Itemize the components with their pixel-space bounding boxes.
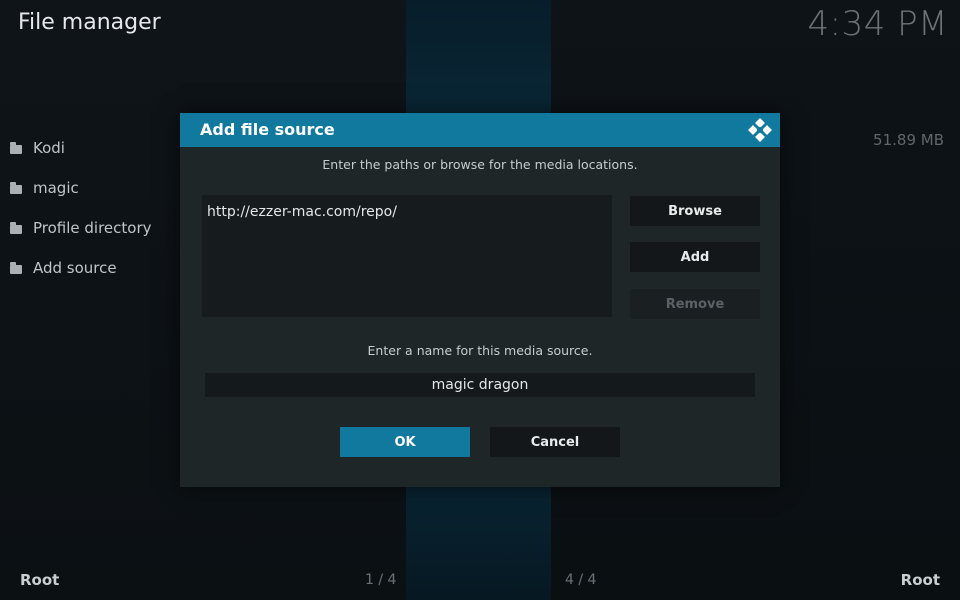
source-item-profile-directory[interactable]: Profile directory	[10, 208, 152, 248]
free-space-size: 51.89 MB	[873, 131, 944, 149]
dialog-header: Add file source	[180, 113, 780, 147]
source-paths-list[interactable]: http://ezzer-mac.com/repo/	[202, 195, 612, 317]
footer-left-count: 1 / 4	[365, 572, 397, 588]
browse-button[interactable]: Browse	[630, 196, 760, 226]
source-item-magic[interactable]: magic	[10, 168, 152, 208]
clock: 4:34 PM	[807, 4, 948, 44]
folder-icon	[10, 221, 22, 234]
source-item-label: Kodi	[33, 139, 65, 157]
name-instruction: Enter a name for this media source.	[367, 343, 593, 358]
remove-button[interactable]: Remove	[630, 289, 760, 319]
media-source-name-field[interactable]: magic dragon	[205, 373, 755, 397]
source-item-label: Profile directory	[33, 219, 152, 237]
dialog-title: Add file source	[200, 120, 335, 139]
add-file-source-dialog: Add file source Enter the paths or brows…	[180, 113, 780, 487]
kodi-logo-icon	[748, 118, 772, 142]
source-path-entry[interactable]: http://ezzer-mac.com/repo/	[207, 204, 397, 220]
footer-left-path: Root	[20, 571, 60, 589]
ok-button[interactable]: OK	[340, 427, 470, 457]
footer-right-count: 4 / 4	[565, 572, 597, 588]
source-item-label: magic	[33, 179, 79, 197]
footer-right-path: Root	[900, 571, 940, 589]
paths-instruction: Enter the paths or browse for the media …	[322, 157, 638, 172]
source-item-label: Add source	[33, 259, 117, 277]
source-item-kodi[interactable]: Kodi	[10, 128, 152, 168]
source-list: Kodi magic Profile directory Add source	[10, 128, 152, 288]
folder-icon	[10, 181, 22, 194]
folder-icon	[10, 141, 22, 154]
page-title: File manager	[18, 10, 161, 35]
source-item-add-source[interactable]: Add source	[10, 248, 152, 288]
folder-icon	[10, 261, 22, 274]
cancel-button[interactable]: Cancel	[490, 427, 620, 457]
add-button[interactable]: Add	[630, 242, 760, 272]
